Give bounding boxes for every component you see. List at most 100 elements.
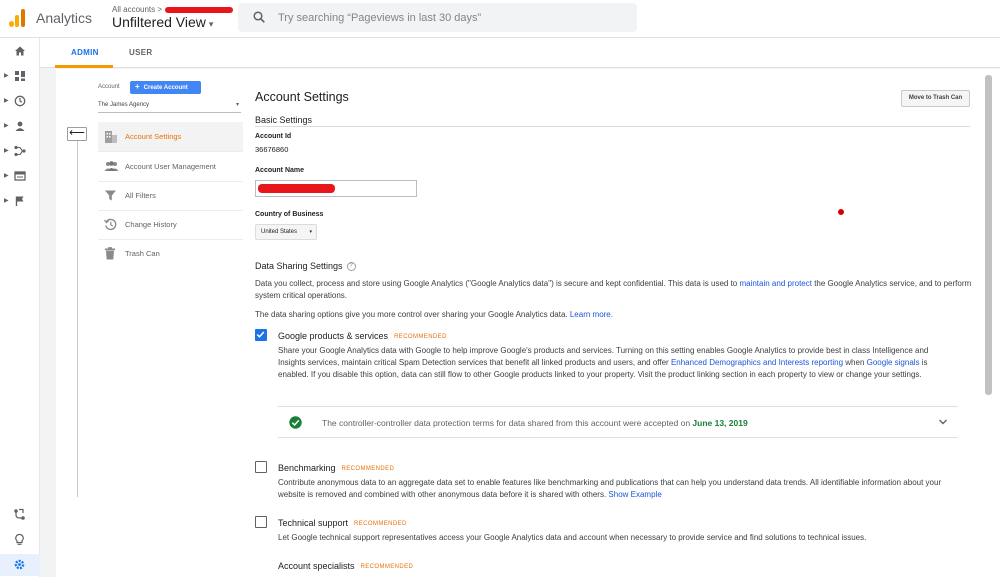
menu-item-account-settings[interactable]: Account Settings [98,122,243,152]
history-icon [104,218,117,231]
nav-attribution[interactable] [0,504,40,526]
menu-item-change-history[interactable]: Change History [98,210,243,240]
benchmarking-checkbox[interactable] [255,461,267,473]
filter-icon [105,190,116,201]
account-name-field[interactable] [255,180,417,197]
check-circle-icon [289,416,302,429]
intro-text: Data you collect, process and store usin… [255,279,740,288]
menu-item-label: Account User Management [125,162,216,171]
search-input[interactable] [278,9,618,26]
option-title: Account specialists [278,561,355,571]
maintain-protect-link[interactable]: maintain and protect [739,279,812,288]
google-signals-link[interactable]: Google signals [867,358,920,367]
tab-user[interactable]: USER [129,48,152,57]
account-id-label: Account Id [255,133,292,140]
nav-conversions[interactable]: ▶ [0,191,40,211]
data-protection-terms-row[interactable]: The controller-controller data protectio… [278,406,958,438]
terms-accepted-text: The controller-controller data protectio… [322,418,748,428]
option-title: Google products & services [278,331,389,341]
country-label: Country of Business [255,211,324,218]
country-selector[interactable]: United States ▾ [255,224,317,240]
create-account-button[interactable]: + Create Account [130,81,201,94]
benchmarking-title: Benchmarking RECOMMENDED [278,463,394,473]
tab-admin[interactable]: ADMIN [71,48,99,57]
lightbulb-icon [15,533,24,545]
selected-account: The James Agency [98,102,150,108]
page-title: Account Settings [255,90,349,104]
nav-admin[interactable] [0,554,40,576]
section-divider [255,126,970,127]
gear-icon [14,559,25,570]
google-products-checkbox[interactable] [255,329,267,341]
nav-discover[interactable] [0,529,40,551]
move-to-trash-button[interactable]: Move to Trash Can [901,90,970,107]
analytics-logo[interactable] [9,9,27,27]
chevron-down-icon: ▾ [235,102,239,108]
top-bar: Analytics All accounts > Unfiltered View… [0,0,1000,38]
building-icon [105,131,117,143]
create-account-label: Create Account [143,85,188,91]
nav-customization[interactable]: ▶ [0,66,40,86]
menu-item-label: Account Settings [125,132,182,141]
home-icon [15,46,25,56]
behavior-icon [14,171,26,181]
account-id-value: 36676860 [255,145,289,154]
country-value: United States [261,229,298,235]
expand-arrow-icon: ▶ [4,123,9,129]
checkmark-icon [256,331,265,338]
technical-support-desc: Let Google technical support representat… [278,533,867,542]
expand-arrow-icon: ▶ [4,198,9,204]
expand-arrow-icon: ▶ [4,98,9,104]
option-title: Benchmarking [278,463,336,473]
recommended-badge: RECOMMENDED [360,564,414,570]
help-icon[interactable]: ? [346,262,356,272]
chevron-down-icon[interactable] [938,418,948,426]
account-selector[interactable]: The James Agency ▾ [98,100,241,113]
menu-item-label: All Filters [125,191,156,200]
chevron-down-icon: ▾ [208,19,214,29]
users-icon [104,161,119,171]
menu-item-trash-can[interactable]: Trash Can [98,239,243,269]
tree-connector-line [77,141,78,497]
app-title[interactable]: Analytics [36,10,92,26]
account-breadcrumb[interactable]: All accounts > [112,5,234,14]
trash-icon [105,247,115,260]
nav-audience[interactable]: ▶ [0,116,40,136]
option-title: Technical support [278,518,349,528]
menu-item-label: Change History [125,220,177,229]
breadcrumb-separator: > [157,5,163,14]
flag-icon [15,196,24,206]
view-name: Unfiltered View [112,14,206,30]
redacted-account-name [258,184,335,193]
breadcrumb-all-accounts[interactable]: All accounts [112,5,155,14]
technical-support-checkbox[interactable] [255,516,267,528]
enhanced-demographics-link[interactable]: Enhanced Demographics and Interests repo… [671,358,843,367]
expand-arrow-icon: ▶ [4,173,9,179]
data-sharing-intro: Data you collect, process and store usin… [255,278,975,302]
menu-item-user-management[interactable]: Account User Management [98,152,243,182]
show-example-link[interactable]: Show Example [608,490,661,499]
data-sharing-heading: Data Sharing Settings? [255,261,356,272]
nav-acquisition[interactable]: ▶ [0,141,40,161]
back-arrow-button[interactable]: ⟵ [67,127,87,141]
nav-realtime[interactable]: ▶ [0,91,40,111]
vertical-scrollbar[interactable] [985,75,992,395]
account-specialists-title: Account specialists RECOMMENDED [278,561,413,571]
search-bar[interactable] [238,3,637,32]
active-tab-indicator [55,65,113,68]
menu-item-label: Trash Can [125,249,160,258]
data-sharing-title: Data Sharing Settings [255,261,343,271]
person-icon [15,121,25,131]
search-icon [253,11,265,23]
control-text: The data sharing options give you more c… [255,310,570,319]
desc-text: when [843,358,867,367]
dashboard-icon [15,71,25,81]
clock-icon [14,95,26,107]
nav-home[interactable] [0,41,40,61]
google-products-title: Google products & services RECOMMENDED [278,331,447,341]
account-name-label: Account Name [255,167,305,174]
learn-more-link[interactable]: Learn more. [570,310,613,319]
nav-behavior[interactable]: ▶ [0,166,40,186]
view-selector[interactable]: Unfiltered View ▾ [112,14,213,30]
menu-item-all-filters[interactable]: All Filters [98,181,243,211]
